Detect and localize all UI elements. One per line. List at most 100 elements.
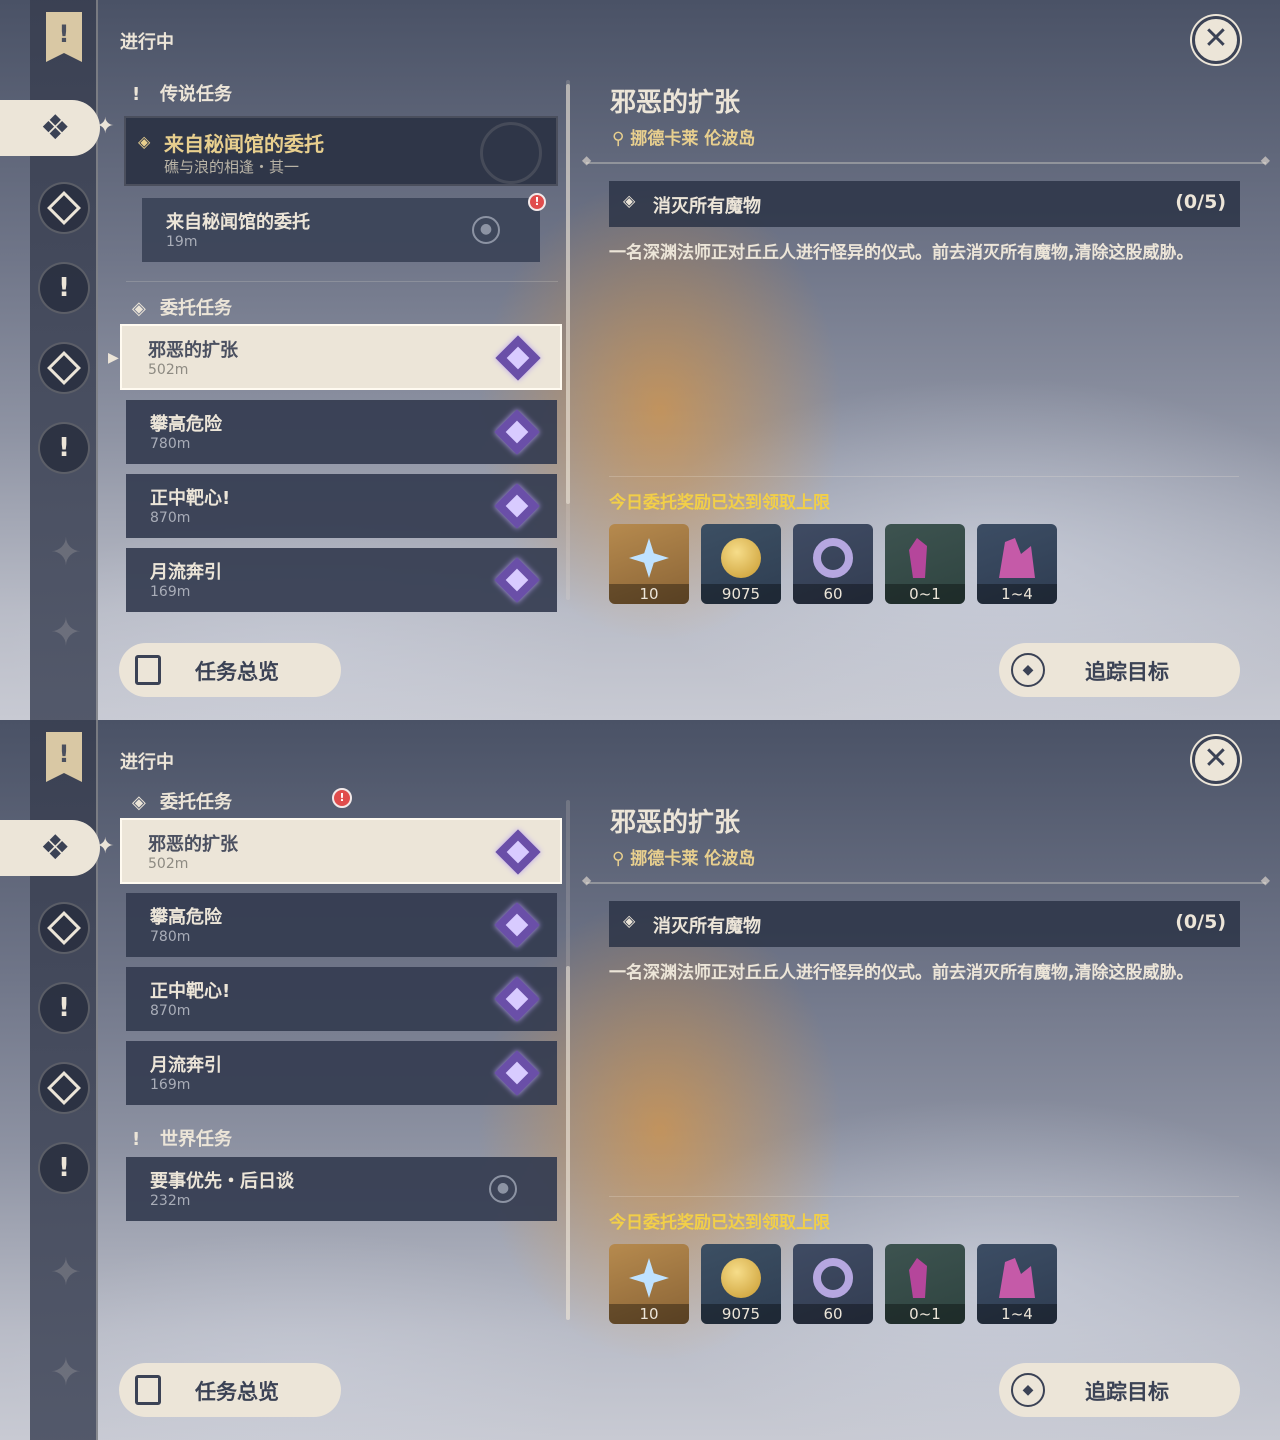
quest-book-icon — [135, 1375, 161, 1405]
commission-item[interactable]: 攀高危险 780m — [126, 400, 557, 464]
quest-menu-screen-1: ! ❖ ✦ ! ! ✦ ✦ 进行中 ✕ ! 传说任务 ◈ 来自秘闻馆的委托 礁与浪… — [0, 0, 1280, 720]
page-title: 进行中 — [120, 752, 174, 773]
reward-limit-note: 今日委托奖励已达到领取上限 — [609, 493, 830, 513]
tab-archon-quests[interactable] — [38, 182, 90, 234]
reward-mora[interactable]: 9075 — [701, 524, 781, 604]
quest-subtitle: 礁与浪的相逢・其一 — [164, 158, 300, 176]
section-legend-quests: ! 传说任务 — [132, 84, 232, 105]
detail-title: 邪恶的扩张 — [610, 808, 741, 838]
quest-overview-button[interactable]: 任务总览 — [119, 1363, 341, 1417]
reward-companionship[interactable]: 60 — [793, 524, 873, 604]
reward-crystal-ore[interactable]: 1~4 — [977, 1244, 1057, 1324]
reward-limit-note: 今日委托奖励已达到领取上限 — [609, 1213, 830, 1233]
tab-event-quests[interactable]: ! — [38, 1142, 90, 1194]
mora-icon — [721, 538, 761, 578]
primogem-icon — [629, 538, 669, 578]
divider — [126, 281, 558, 282]
track-diamond-icon: ◆ — [1011, 1373, 1045, 1407]
objective-diamond-icon: ◈ — [623, 911, 636, 930]
commission-icon — [494, 409, 540, 455]
sidebar-divider — [96, 0, 98, 720]
close-button[interactable]: ✕ — [1192, 736, 1240, 784]
commission-item[interactable]: 正中靶心! 870m — [126, 474, 557, 538]
close-button[interactable]: ✕ — [1192, 16, 1240, 64]
commission-item[interactable]: 攀高危险 780m — [126, 893, 557, 957]
quest-distance: 169m — [150, 584, 191, 600]
quest-marker-icon: ◈ — [138, 132, 151, 151]
tab-commission-quests[interactable]: ❖ — [0, 820, 100, 876]
world-quest-item[interactable]: 要事优先・后日谈 232m ● — [126, 1157, 557, 1221]
quest-title: 邪恶的扩张 — [148, 834, 238, 855]
world-quest-icon — [47, 1071, 81, 1105]
world-quest-icon — [47, 351, 81, 385]
close-icon: ✕ — [1203, 741, 1229, 776]
quest-distance: 502m — [148, 856, 189, 872]
crystal-ore-icon — [999, 538, 1035, 578]
exclamation-icon: ! — [132, 84, 141, 105]
tab-story-quests[interactable]: ! — [38, 982, 90, 1034]
decorative-star-icon: ✦ — [50, 530, 82, 574]
legend-quest-card[interactable]: ◈ 来自秘闻馆的委托 礁与浪的相逢・其一 — [124, 116, 558, 186]
commission-tab-icon: ❖ — [40, 828, 71, 868]
divider — [609, 476, 1239, 477]
commission-item-selected[interactable]: 邪恶的扩张 502m — [120, 818, 562, 884]
track-target-button[interactable]: ◆ 追踪目标 — [999, 643, 1240, 697]
location-pin-icon: ⚲ — [612, 129, 631, 149]
scrollbar-thumb[interactable] — [566, 966, 570, 1320]
objective-text: 消灭所有魔物 — [653, 196, 761, 217]
quest-title: 要事优先・后日谈 — [150, 1171, 294, 1192]
objective-row: ◈ 消灭所有魔物 (0/5) — [609, 181, 1240, 227]
tab-archon-quests[interactable] — [38, 902, 90, 954]
section-world-quests: ! 世界任务 — [132, 1129, 232, 1150]
commission-item[interactable]: 月流奔引 169m — [126, 548, 557, 612]
quest-title: 攀高危险 — [150, 414, 222, 435]
quest-distance: 19m — [166, 234, 198, 250]
reward-ore[interactable]: 0~1 — [885, 524, 965, 604]
reward-companionship[interactable]: 60 — [793, 1244, 873, 1324]
reward-ore[interactable]: 0~1 — [885, 1244, 965, 1324]
quest-distance: 870m — [150, 510, 191, 526]
quest-overview-button[interactable]: 任务总览 — [119, 643, 341, 697]
commission-item[interactable]: 正中靶心! 870m — [126, 967, 557, 1031]
reward-mora[interactable]: 9075 — [701, 1244, 781, 1324]
commission-icon — [494, 976, 540, 1022]
tab-world-quests[interactable] — [38, 1062, 90, 1114]
detail-divider — [582, 873, 1270, 887]
reward-crystal-ore[interactable]: 1~4 — [977, 524, 1057, 604]
reward-count: 9075 — [701, 584, 781, 604]
legend-quest-step[interactable]: 来自秘闻馆的委托 19m ● — [142, 198, 540, 262]
objective-diamond-icon: ◈ — [623, 191, 636, 210]
tab-world-quests[interactable] — [38, 342, 90, 394]
companionship-exp-icon — [813, 538, 853, 578]
button-label: 任务总览 — [195, 1380, 279, 1404]
reward-primogem[interactable]: 10 — [609, 524, 689, 604]
exclamation-icon: ! — [132, 1129, 141, 1150]
selection-arrow-icon: ▶ — [108, 350, 119, 366]
objective-row: ◈ 消灭所有魔物 (0/5) — [609, 901, 1240, 947]
tab-event-quests[interactable]: ! — [38, 422, 90, 474]
reward-count: 1~4 — [977, 584, 1057, 604]
reward-count: 9075 — [701, 1304, 781, 1324]
quest-title: 月流奔引 — [150, 562, 222, 583]
quest-title: 正中靶心! — [150, 488, 231, 509]
quest-distance: 502m — [148, 362, 189, 378]
objective-count: (0/5) — [1175, 191, 1226, 213]
scrollbar-thumb[interactable] — [566, 84, 570, 504]
detail-location: ⚲ 挪德卡莱 伦波岛 — [612, 129, 756, 149]
quest-description: 一名深渊法师正对丘丘人进行怪异的仪式。前去消灭所有魔物,清除这股威胁。 — [609, 243, 1194, 263]
archon-quest-icon — [47, 191, 81, 225]
commission-item-selected[interactable]: 邪恶的扩张 502m — [120, 324, 562, 390]
tab-commission-quests[interactable]: ❖ — [0, 100, 100, 156]
quest-title: 攀高危险 — [150, 907, 222, 928]
mora-icon — [721, 1258, 761, 1298]
commission-tab-icon: ❖ — [40, 108, 71, 148]
quest-distance: 232m — [150, 1193, 191, 1209]
quest-menu-screen-2: ! ❖ ✦ ! ! ✦ ✦ 进行中 ✕ ◈ 委托任务 ! 邪恶的扩张 502m 攀… — [0, 720, 1280, 1440]
tab-story-quests[interactable]: ! — [38, 262, 90, 314]
reward-primogem[interactable]: 10 — [609, 1244, 689, 1324]
track-diamond-icon: ◆ — [1011, 653, 1045, 687]
location-pin-icon: ● — [472, 216, 500, 244]
track-target-button[interactable]: ◆ 追踪目标 — [999, 1363, 1240, 1417]
commission-section-icon: ◈ — [132, 298, 146, 319]
commission-item[interactable]: 月流奔引 169m — [126, 1041, 557, 1105]
